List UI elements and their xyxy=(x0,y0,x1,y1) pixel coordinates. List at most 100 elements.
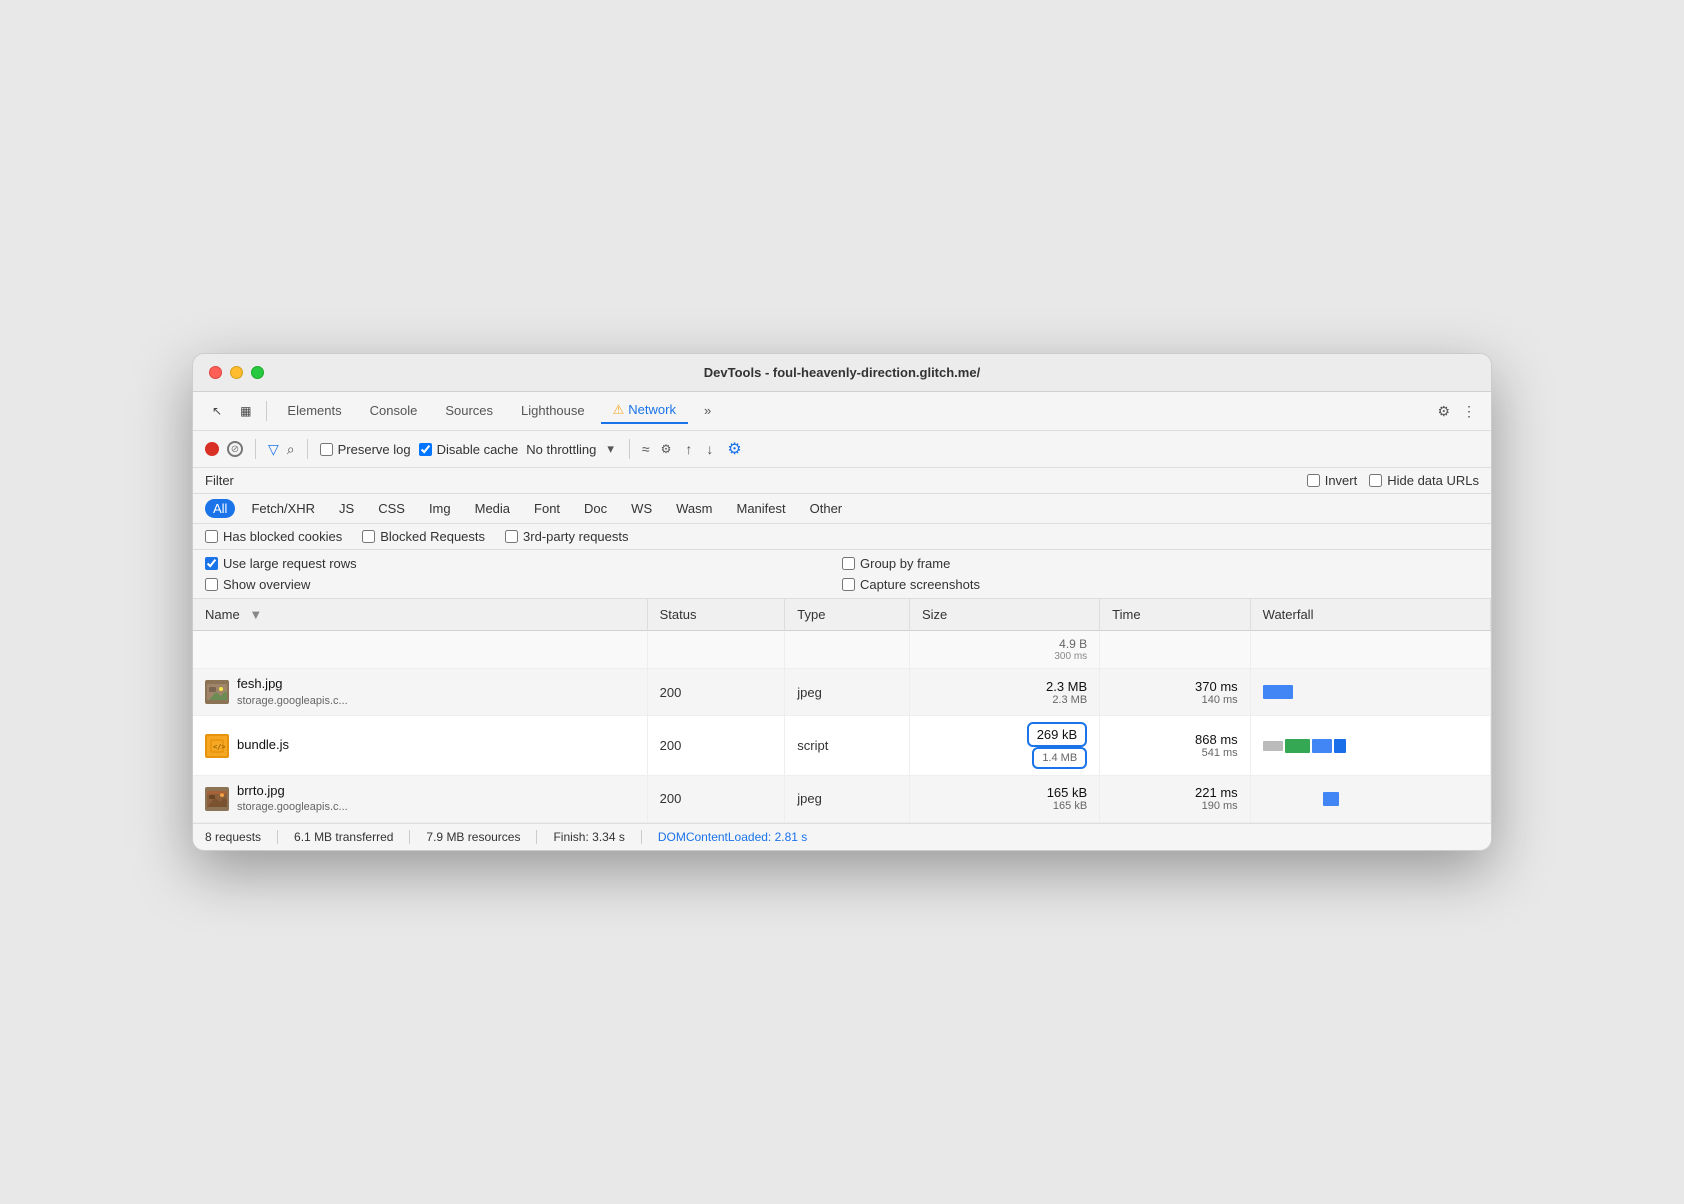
tab-more[interactable]: » xyxy=(692,399,723,424)
large-rows-checkbox[interactable]: Use large request rows xyxy=(205,556,842,571)
traffic-lights xyxy=(209,366,264,379)
scrolled-name xyxy=(193,631,647,669)
filter-wasm[interactable]: Wasm xyxy=(668,499,720,518)
third-party-input[interactable] xyxy=(505,530,518,543)
name-cell: brrto.jpg storage.googleapis.c... xyxy=(205,782,635,816)
js-icon: </> xyxy=(205,734,229,758)
filter-font[interactable]: Font xyxy=(526,499,568,518)
group-by-frame-input[interactable] xyxy=(842,557,855,570)
sep1 xyxy=(255,439,256,459)
row3-size: 165 kB 165 kB xyxy=(909,776,1099,823)
filter-manifest[interactable]: Manifest xyxy=(728,499,793,518)
group-by-frame-checkbox[interactable]: Group by frame xyxy=(842,556,1479,571)
filter-other[interactable]: Other xyxy=(802,499,851,518)
large-rows-input[interactable] xyxy=(205,557,218,570)
tab-lighthouse[interactable]: Lighthouse xyxy=(509,399,597,424)
show-overview-input[interactable] xyxy=(205,578,218,591)
close-button[interactable] xyxy=(209,366,222,379)
time-cell: 370 ms 140 ms xyxy=(1112,679,1237,706)
waterfall-blue-dark xyxy=(1334,739,1346,753)
col-size[interactable]: Size xyxy=(909,599,1099,631)
capture-screenshots-checkbox[interactable]: Capture screenshots xyxy=(842,577,1479,592)
preserve-log-checkbox[interactable]: Preserve log xyxy=(320,442,411,457)
filter-icon: ▽ xyxy=(268,441,279,458)
blocked-cookies-input[interactable] xyxy=(205,530,218,543)
row1-time: 370 ms 140 ms xyxy=(1100,669,1250,716)
filter-fetch-xhr[interactable]: Fetch/XHR xyxy=(243,499,323,518)
sep2 xyxy=(307,439,308,459)
tab-elements[interactable]: Elements xyxy=(275,399,353,424)
minimize-button[interactable] xyxy=(230,366,243,379)
table-row[interactable]: fesh.jpg storage.googleapis.c... 200 jpe… xyxy=(193,669,1491,716)
waterfall-bar xyxy=(1263,738,1478,754)
tab-network[interactable]: ⚠Network xyxy=(601,398,688,424)
disable-cache-input[interactable] xyxy=(419,443,432,456)
filter-css[interactable]: CSS xyxy=(370,499,413,518)
row1-size: 2.3 MB 2.3 MB xyxy=(909,669,1099,716)
col-status[interactable]: Status xyxy=(647,599,785,631)
table-header-row: Name ▼ Status Type Size Time Waterfall xyxy=(193,599,1491,631)
inspect-element-btn[interactable]: ↖ xyxy=(205,400,229,422)
upload-icon[interactable]: ↑ xyxy=(682,438,695,460)
waterfall-gray xyxy=(1263,741,1283,751)
download-icon[interactable]: ↓ xyxy=(703,438,716,460)
invert-input[interactable] xyxy=(1307,474,1320,487)
waterfall-blue xyxy=(1312,739,1332,753)
filter-media[interactable]: Media xyxy=(467,499,518,518)
row1-waterfall xyxy=(1250,669,1490,716)
table-row-scrolled[interactable]: 4.9 B300 ms xyxy=(193,631,1491,669)
no-throttling-label: No throttling xyxy=(526,442,596,457)
filter-all[interactable]: All xyxy=(205,499,235,518)
filter-img[interactable]: Img xyxy=(421,499,459,518)
col-waterfall[interactable]: Waterfall xyxy=(1250,599,1490,631)
table-row[interactable]: </> bundle.js 200 script xyxy=(193,716,1491,776)
table-row[interactable]: brrto.jpg storage.googleapis.c... 200 jp… xyxy=(193,776,1491,823)
wifi-icon: ≈ xyxy=(642,441,650,457)
row2-time: 868 ms 541 ms xyxy=(1100,716,1250,776)
hide-data-urls-checkbox[interactable]: Hide data URLs xyxy=(1369,473,1479,488)
name-text: fesh.jpg storage.googleapis.c... xyxy=(237,675,348,709)
filter-doc[interactable]: Doc xyxy=(576,499,615,518)
throttle-dropdown[interactable]: ▾ xyxy=(604,438,617,460)
blocked-requests-input[interactable] xyxy=(362,530,375,543)
toolbar-right: ⚙ ⋮ xyxy=(1434,400,1479,423)
resources-size: 7.9 MB resources xyxy=(426,830,537,844)
row3-name: brrto.jpg storage.googleapis.c... xyxy=(193,776,647,823)
disable-cache-checkbox[interactable]: Disable cache xyxy=(419,442,519,457)
col-type[interactable]: Type xyxy=(785,599,910,631)
col-time[interactable]: Time xyxy=(1100,599,1250,631)
settings-btn[interactable]: ⚙ xyxy=(1434,400,1453,423)
network-settings-btn[interactable]: ⚙ xyxy=(724,436,744,462)
filter-ws[interactable]: WS xyxy=(623,499,660,518)
preserve-log-input[interactable] xyxy=(320,443,333,456)
col-name[interactable]: Name ▼ xyxy=(193,599,647,631)
size-highlight-sub: 1.4 MB xyxy=(1032,747,1087,769)
toolbar-separator xyxy=(266,401,267,421)
hide-data-urls-input[interactable] xyxy=(1369,474,1382,487)
blocked-requests-checkbox[interactable]: Blocked Requests xyxy=(362,529,485,544)
invert-checkbox[interactable]: Invert xyxy=(1307,473,1358,488)
sep3 xyxy=(629,439,630,459)
name-cell: </> bundle.js xyxy=(205,734,635,758)
wifi-settings-btn[interactable]: ⚙ xyxy=(658,439,675,459)
device-toolbar-btn[interactable]: ▦ xyxy=(233,400,258,422)
tab-sources[interactable]: Sources xyxy=(433,399,505,424)
clear-btn[interactable]: ⊘ xyxy=(227,441,243,457)
filter-options: Invert Hide data URLs xyxy=(1307,473,1479,488)
tab-console[interactable]: Console xyxy=(358,399,430,424)
blocked-cookies-checkbox[interactable]: Has blocked cookies xyxy=(205,529,342,544)
row2-size: 269 kB 1.4 MB xyxy=(909,716,1099,776)
type-filter: All Fetch/XHR JS CSS Img Media Font Doc … xyxy=(193,494,1491,524)
network-warning-icon: ⚠ xyxy=(613,402,625,417)
network-table-wrapper: Name ▼ Status Type Size Time Waterfall xyxy=(193,599,1491,822)
third-party-checkbox[interactable]: 3rd-party requests xyxy=(505,529,629,544)
name-text: bundle.js xyxy=(237,736,289,754)
show-overview-checkbox[interactable]: Show overview xyxy=(205,577,842,592)
checks-bar: Has blocked cookies Blocked Requests 3rd… xyxy=(193,524,1491,550)
more-btn[interactable]: ⋮ xyxy=(1459,400,1479,423)
maximize-button[interactable] xyxy=(251,366,264,379)
capture-screenshots-input[interactable] xyxy=(842,578,855,591)
filter-js[interactable]: JS xyxy=(331,499,362,518)
time-cell: 221 ms 190 ms xyxy=(1112,785,1237,812)
record-btn[interactable] xyxy=(205,442,219,456)
